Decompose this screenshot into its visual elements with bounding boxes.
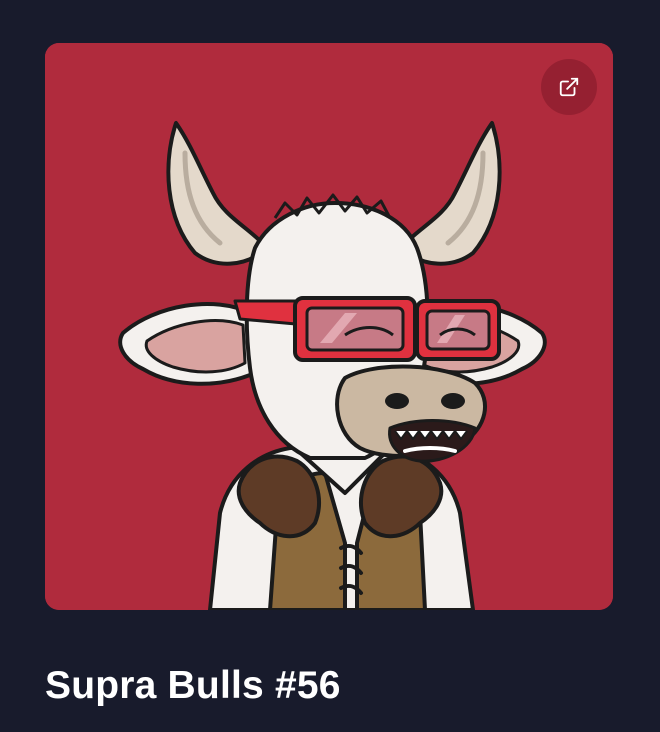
external-link-icon <box>558 76 580 98</box>
nft-artwork <box>45 43 613 610</box>
nft-title: Supra Bulls #56 <box>45 664 341 707</box>
nft-image-card <box>45 43 613 610</box>
external-link-button[interactable] <box>541 59 597 115</box>
nft-detail-page: Supra Bulls #56 <box>0 0 660 732</box>
